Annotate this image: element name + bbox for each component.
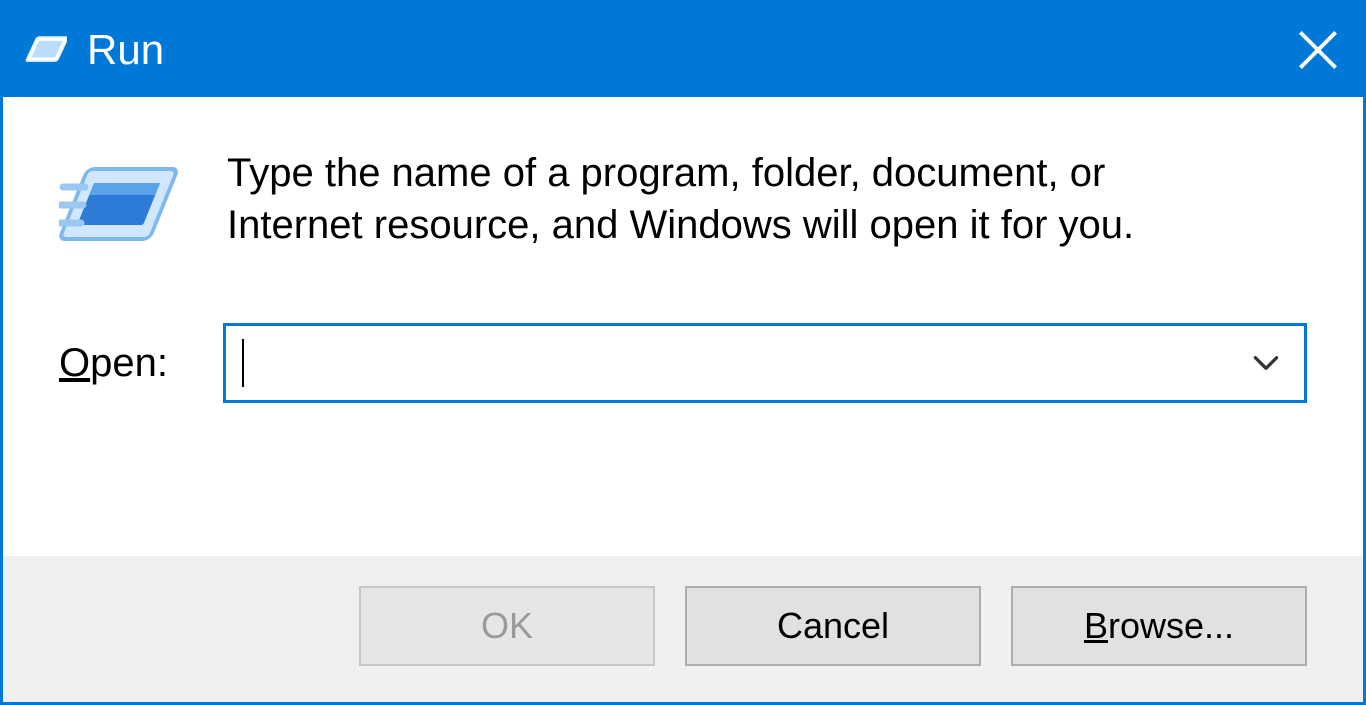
run-dialog-window: Run	[0, 0, 1366, 705]
close-icon	[1296, 28, 1340, 72]
open-input[interactable]	[244, 333, 1238, 393]
close-button[interactable]	[1273, 3, 1363, 97]
run-titlebar-icon	[21, 26, 69, 74]
cancel-button[interactable]: Cancel	[685, 586, 981, 666]
dialog-client-area: Type the name of a program, folder, docu…	[3, 97, 1363, 556]
window-title: Run	[87, 26, 1273, 74]
ok-button[interactable]: OK	[359, 586, 655, 666]
chevron-down-icon	[1249, 346, 1283, 380]
browse-button[interactable]: Browse...	[1011, 586, 1307, 666]
open-combobox[interactable]	[223, 323, 1307, 403]
run-dialog-icon	[59, 151, 179, 271]
ok-button-label: OK	[481, 605, 533, 647]
open-label: Open:	[59, 341, 223, 386]
combobox-dropdown-button[interactable]	[1238, 333, 1294, 393]
browse-button-label: Browse...	[1084, 605, 1234, 647]
cancel-button-label: Cancel	[777, 605, 889, 647]
dialog-description: Type the name of a program, folder, docu…	[227, 147, 1247, 251]
button-row: OK Cancel Browse...	[3, 556, 1363, 702]
titlebar[interactable]: Run	[3, 3, 1363, 97]
